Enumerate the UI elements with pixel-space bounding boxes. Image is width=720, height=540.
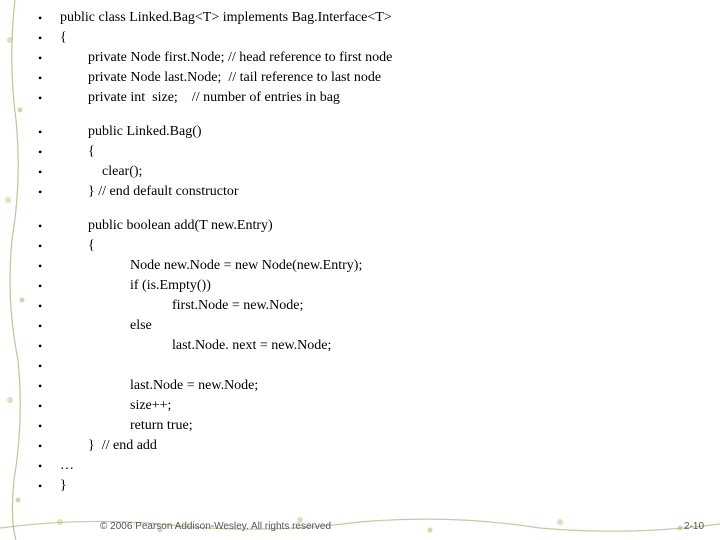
bullet-icon: • [38, 236, 60, 256]
code-text: public class Linked.Bag<T> implements Ba… [60, 8, 392, 28]
code-text: if (is.Empty()) [60, 276, 211, 296]
code-text: } // end add [60, 436, 157, 456]
bullet-icon: • [38, 48, 60, 68]
bullet-icon: • [38, 28, 60, 48]
bullet-icon: • [38, 336, 60, 356]
bullet-icon: • [38, 396, 60, 416]
bullet-icon: • [38, 436, 60, 456]
bullet-icon: • [38, 68, 60, 88]
code-line: • { [38, 236, 678, 256]
bullet-icon: • [38, 122, 60, 142]
code-content: •public class Linked.Bag<T> implements B… [38, 8, 678, 496]
code-text: … [60, 456, 74, 476]
bullet-icon: • [38, 276, 60, 296]
bullet-icon: • [38, 376, 60, 396]
code-line: • clear(); [38, 162, 678, 182]
bullet-icon: • [38, 456, 60, 476]
decor-left-vine [0, 0, 30, 540]
code-line: • } // end add [38, 436, 678, 456]
code-text: clear(); [60, 162, 142, 182]
code-line: • private Node first.Node; // head refer… [38, 48, 678, 68]
bullet-icon: • [38, 142, 60, 162]
code-text: { [60, 28, 67, 48]
code-line: •public class Linked.Bag<T> implements B… [38, 8, 678, 28]
code-text: public Linked.Bag() [60, 122, 202, 142]
bullet-icon: • [38, 162, 60, 182]
code-line: • if (is.Empty()) [38, 276, 678, 296]
copyright-text: © 2006 Pearson Addison-Wesley. All right… [100, 521, 331, 532]
code-text: return true; [60, 416, 193, 436]
code-text: last.Node. next = new.Node; [60, 336, 331, 356]
code-text: else [60, 316, 152, 336]
code-line: • return true; [38, 416, 678, 436]
code-line: • [38, 356, 678, 376]
code-text: { [60, 236, 95, 256]
bullet-icon: • [38, 416, 60, 436]
bullet-icon: • [38, 476, 60, 496]
code-line: • public Linked.Bag() [38, 122, 678, 142]
code-text: } [60, 476, 67, 496]
bullet-icon: • [38, 356, 60, 376]
blank-gap [38, 108, 678, 122]
code-text: Node new.Node = new Node(new.Entry); [60, 256, 362, 276]
code-text: public boolean add(T new.Entry) [60, 216, 273, 236]
bullet-icon: • [38, 256, 60, 276]
code-text: last.Node = new.Node; [60, 376, 258, 396]
bullet-icon: • [38, 216, 60, 236]
code-line: •{ [38, 28, 678, 48]
code-text: private int size; // number of entries i… [60, 88, 340, 108]
blank-gap [38, 202, 678, 216]
code-line: •… [38, 456, 678, 476]
code-line: • else [38, 316, 678, 336]
bullet-icon: • [38, 182, 60, 202]
code-line: • } // end default constructor [38, 182, 678, 202]
code-line: • private Node last.Node; // tail refere… [38, 68, 678, 88]
code-line: • last.Node. next = new.Node; [38, 336, 678, 356]
code-text: first.Node = new.Node; [60, 296, 303, 316]
code-line: •} [38, 476, 678, 496]
code-text: private Node first.Node; // head referen… [60, 48, 392, 68]
bullet-icon: • [38, 316, 60, 336]
code-line: • public boolean add(T new.Entry) [38, 216, 678, 236]
code-line: • first.Node = new.Node; [38, 296, 678, 316]
code-line: • { [38, 142, 678, 162]
code-text: private Node last.Node; // tail referenc… [60, 68, 381, 88]
page-number: 2-10 [684, 521, 704, 532]
bullet-icon: • [38, 8, 60, 28]
code-line: • last.Node = new.Node; [38, 376, 678, 396]
code-text: { [60, 142, 95, 162]
slide: •public class Linked.Bag<T> implements B… [0, 0, 720, 540]
code-line: • private int size; // number of entries… [38, 88, 678, 108]
code-text: } // end default constructor [60, 182, 239, 202]
code-text: size++; [60, 396, 171, 416]
code-line: • size++; [38, 396, 678, 416]
bullet-icon: • [38, 296, 60, 316]
bullet-icon: • [38, 88, 60, 108]
code-line: • Node new.Node = new Node(new.Entry); [38, 256, 678, 276]
